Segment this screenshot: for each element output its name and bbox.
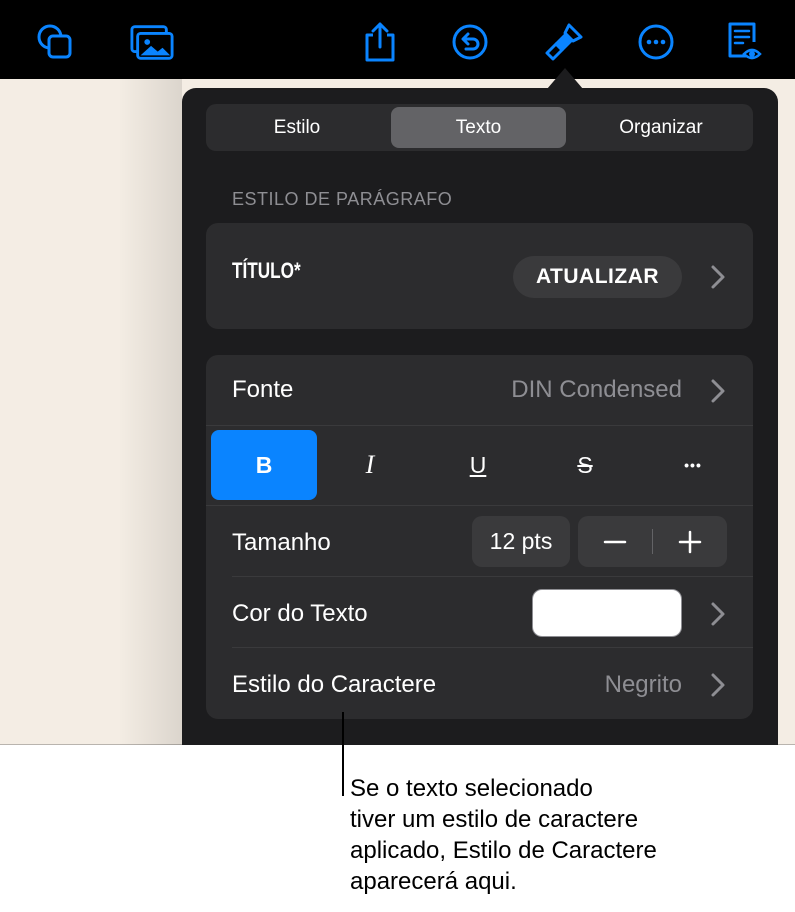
underline-button[interactable]: U <box>425 430 531 500</box>
bold-button[interactable]: B <box>211 430 317 500</box>
character-style-label: Estilo do Caractere <box>232 671 437 698</box>
underline-label: U <box>469 451 487 478</box>
font-size-stepper <box>578 516 727 567</box>
divider <box>206 505 753 506</box>
undo-icon[interactable] <box>448 20 492 64</box>
page-shadow <box>118 79 182 745</box>
shapes-icon[interactable] <box>33 20 77 64</box>
italic-label: I <box>365 450 375 479</box>
plus-icon <box>678 530 702 553</box>
callout-line-3: aplicado, Estilo de Caractere <box>350 837 657 864</box>
decrease-size-button[interactable] <box>578 516 652 567</box>
font-value[interactable]: DIN Condensed <box>440 376 682 404</box>
italic-button[interactable]: I <box>317 430 423 500</box>
increase-size-button[interactable] <box>653 516 727 567</box>
callout-text: Se o texto selecionado tiver um estilo d… <box>350 773 780 897</box>
divider <box>232 647 753 648</box>
more-format-options-button[interactable]: ••• <box>640 430 746 500</box>
minus-icon <box>603 540 627 543</box>
font-size-field[interactable]: 12 pts <box>472 516 570 567</box>
font-label: Fonte <box>232 376 294 403</box>
strikethrough-button[interactable]: S <box>532 430 638 500</box>
chevron-right-icon[interactable] <box>710 378 726 404</box>
callout-line <box>342 712 344 796</box>
share-icon[interactable] <box>358 20 402 64</box>
callout-line-2: tiver um estilo de caractere <box>350 806 639 833</box>
toolbar <box>0 0 795 79</box>
bold-label: B <box>255 451 273 478</box>
text-color-swatch[interactable] <box>532 589 682 637</box>
more-icon[interactable] <box>634 20 678 64</box>
popover-arrow <box>547 68 583 89</box>
divider <box>232 576 753 577</box>
format-tabs: Estilo Texto Organizar <box>206 104 753 151</box>
reading-view-icon[interactable] <box>722 20 766 64</box>
callout-line-4: aparecerá aqui. <box>350 868 517 895</box>
tab-organizar[interactable]: Organizar <box>572 107 750 148</box>
text-color-label: Cor do Texto <box>232 600 368 627</box>
character-style-value[interactable]: Negrito <box>500 671 682 699</box>
strikethrough-label: S <box>577 451 593 478</box>
more-options-label: ••• <box>684 457 702 473</box>
paragraph-style-name: TÍTULO* <box>232 258 301 283</box>
callout-line-1: Se o texto selecionado <box>350 775 593 802</box>
paragraph-style-section-label: ESTILO DE PARÁGRAFO <box>232 189 453 209</box>
chevron-right-icon[interactable] <box>710 672 726 698</box>
size-label: Tamanho <box>232 529 331 556</box>
format-brush-icon[interactable] <box>542 20 586 64</box>
chevron-right-icon[interactable] <box>710 601 726 627</box>
chevron-right-icon[interactable] <box>710 264 726 290</box>
media-icon[interactable] <box>130 20 174 64</box>
update-style-button[interactable]: ATUALIZAR <box>513 256 682 298</box>
tab-estilo[interactable]: Estilo <box>209 107 385 148</box>
tab-texto[interactable]: Texto <box>391 107 566 148</box>
divider <box>206 425 753 426</box>
